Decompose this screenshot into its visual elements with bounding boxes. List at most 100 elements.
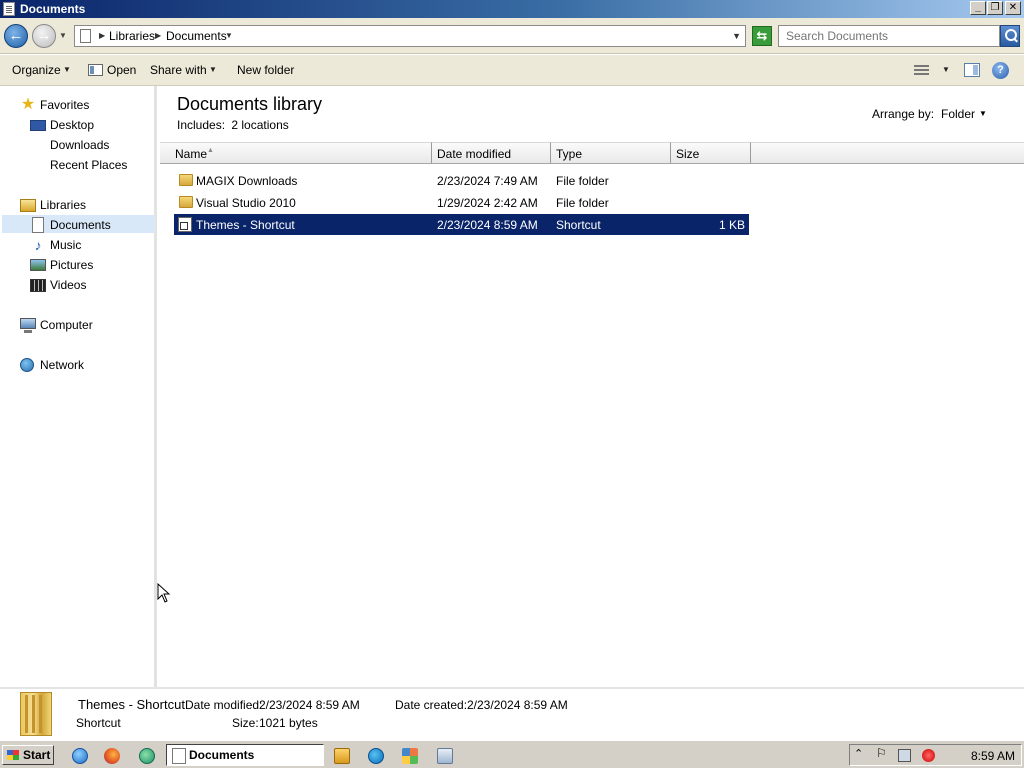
file-row[interactable]: Visual Studio 2010 1/29/2024 2:42 AM Fil… [174, 192, 749, 213]
close-button[interactable]: ✕ [1005, 1, 1021, 15]
mouse-cursor-icon [157, 583, 171, 603]
library-includes: Includes: 2 locations [177, 118, 289, 132]
window-title: Documents [20, 2, 86, 16]
sidebar-item-documents[interactable]: Documents [2, 215, 155, 233]
file-type: Shortcut [556, 218, 601, 232]
edge-icon[interactable] [368, 748, 384, 764]
file-row-selected[interactable]: Themes - Shortcut 2/23/2024 8:59 AM Shor… [174, 214, 749, 235]
arrange-by-dropdown[interactable]: Folder [941, 107, 975, 121]
window-document-icon [3, 2, 15, 16]
sidebar-item-pictures[interactable]: Pictures [28, 256, 153, 274]
locations-link[interactable]: 2 locations [231, 118, 288, 132]
sidebar-item-libraries[interactable]: Libraries [18, 196, 153, 214]
chevron-right-icon[interactable]: ▶ [99, 31, 105, 40]
details-date-modified-label: Date modified: [185, 698, 263, 712]
browser-icon[interactable] [139, 748, 155, 764]
minimize-button[interactable]: _ [970, 1, 986, 15]
taskbar: Start Documents ⌃ ⚐ 8:59 AM [0, 740, 1024, 768]
forward-button[interactable]: → [32, 24, 56, 48]
column-header-name[interactable]: Name ▲ [160, 142, 432, 164]
show-hidden-icons-icon[interactable]: ⌃ [854, 747, 867, 760]
share-dropdown-icon[interactable]: ▼ [209, 65, 217, 74]
details-size: 1021 bytes [259, 716, 318, 730]
open-icon [88, 64, 103, 76]
details-date-created[interactable]: 2/23/2024 8:59 AM [467, 698, 568, 712]
chevron-right-icon[interactable]: ▶ [155, 31, 161, 40]
file-size: 1 KB [718, 218, 745, 232]
sidebar-item-computer[interactable]: Computer [18, 316, 153, 334]
details-pane: Themes - Shortcut Shortcut Date modified… [0, 687, 1024, 740]
command-bar: Organize ▼ Open Share with ▼ New folder … [0, 55, 1024, 86]
recent-pages-dropdown[interactable]: ▼ [59, 31, 67, 40]
calculator-icon[interactable] [437, 748, 453, 764]
internet-explorer-icon[interactable] [72, 748, 88, 764]
arrange-by-label: Arrange by: [872, 107, 935, 121]
details-date-modified[interactable]: 2/23/2024 8:59 AM [259, 698, 360, 712]
chevron-down-icon[interactable]: ▼ [979, 109, 987, 118]
search-input[interactable] [778, 25, 1000, 47]
flag-icon[interactable]: ⚐ [876, 746, 889, 760]
sidebar-item-favorites[interactable]: ★ Favorites [18, 96, 153, 114]
refresh-button[interactable]: ⇆ [752, 26, 772, 46]
network-icon [20, 358, 34, 372]
volume-muted-icon[interactable] [922, 749, 935, 762]
firefox-icon[interactable] [104, 748, 120, 764]
folder-shortcut-large-icon [20, 692, 52, 736]
view-dropdown-icon[interactable]: ▼ [942, 65, 950, 74]
new-folder-button[interactable]: New folder [237, 63, 294, 77]
desktop-icon [30, 120, 46, 131]
sidebar-item-downloads[interactable]: Downloads [28, 136, 153, 154]
page-icon [80, 29, 91, 43]
clock[interactable]: 8:59 AM [971, 749, 1015, 763]
column-header-date-modified[interactable]: Date modified [432, 142, 551, 164]
back-button[interactable]: ← [4, 24, 28, 48]
file-row[interactable]: MAGIX Downloads 2/23/2024 7:49 AM File f… [174, 170, 749, 191]
sidebar-item-desktop[interactable]: Desktop [28, 116, 153, 134]
sidebar-item-label: Downloads [50, 138, 110, 152]
folder-icon [179, 174, 193, 186]
column-header-label: Name [175, 147, 208, 161]
search-icon[interactable] [1000, 25, 1020, 47]
media-player-icon[interactable] [334, 748, 350, 764]
sidebar-item-label: Recent Places [50, 158, 128, 172]
star-icon: ★ [20, 96, 36, 113]
sidebar-item-label: Computer [40, 318, 93, 332]
share-with-button[interactable]: Share with [150, 63, 207, 77]
sidebar-item-music[interactable]: ♪ Music [28, 236, 153, 254]
music-note-icon: ♪ [34, 237, 42, 253]
file-name: Visual Studio 2010 [196, 196, 296, 210]
preview-pane-icon[interactable] [964, 63, 980, 77]
breadcrumb-documents[interactable]: Documents [166, 29, 227, 43]
sidebar-item-label: Documents [50, 218, 111, 232]
file-date: 2/23/2024 8:59 AM [437, 218, 538, 232]
help-icon[interactable]: ? [992, 62, 1009, 79]
folder-icon [179, 196, 193, 208]
title-bar[interactable]: Documents _ ❐ ✕ [0, 0, 1024, 18]
organize-button[interactable]: Organize [12, 63, 61, 77]
details-file-type: Shortcut [76, 716, 121, 730]
sidebar-item-network[interactable]: Network [18, 356, 153, 374]
shortcut-icon [178, 217, 192, 232]
open-button[interactable]: Open [107, 63, 136, 77]
breadcrumb-libraries[interactable]: Libraries [109, 29, 155, 43]
taskbar-window-documents[interactable]: Documents [166, 744, 324, 766]
change-view-icon[interactable] [914, 65, 929, 76]
column-header-filler [751, 142, 1024, 164]
sort-ascending-icon: ▲ [207, 147, 214, 154]
computer-icon [20, 318, 36, 333]
address-bar[interactable]: ▶ Libraries ▶ Documents ▼ ▼ [74, 25, 746, 47]
sidebar-item-label: Music [50, 238, 82, 252]
file-date: 2/23/2024 7:49 AM [437, 174, 538, 188]
sidebar-item-videos[interactable]: Videos [28, 276, 153, 294]
chevron-down-icon[interactable]: ▼ [225, 31, 233, 40]
sidebar-item-label: Videos [50, 278, 87, 292]
column-header-size[interactable]: Size [671, 142, 751, 164]
organize-dropdown-icon[interactable]: ▼ [63, 65, 71, 74]
network-status-icon[interactable] [898, 749, 911, 762]
sidebar-item-recent-places[interactable]: Recent Places [28, 156, 153, 174]
start-button[interactable]: Start [2, 745, 54, 765]
column-header-type[interactable]: Type [551, 142, 671, 164]
maximize-button[interactable]: ❐ [987, 1, 1003, 15]
paint-icon[interactable] [402, 748, 418, 764]
address-dropdown-icon[interactable]: ▼ [732, 31, 741, 41]
